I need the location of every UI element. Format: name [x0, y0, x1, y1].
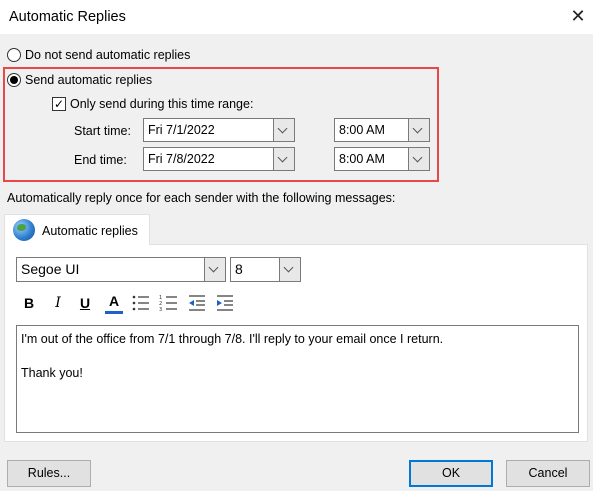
bullets-icon[interactable] [131, 293, 151, 313]
start-time-label: Start time: [74, 124, 131, 138]
start-date-field[interactable]: Fri 7/1/2022 [143, 118, 274, 142]
increase-indent-icon[interactable] [215, 293, 235, 313]
font-size-value: 8 [235, 261, 243, 277]
send-replies-label[interactable]: Send automatic replies [25, 73, 152, 87]
ok-button[interactable]: OK [409, 460, 493, 487]
numbering-icon[interactable]: 123 [159, 293, 179, 313]
bold-button[interactable]: B [20, 293, 38, 313]
end-date-field[interactable]: Fri 7/8/2022 [143, 147, 274, 171]
messages-label: Automatically reply once for each sender… [7, 191, 396, 205]
close-icon[interactable]: ✕ [568, 6, 588, 26]
chevron-down-icon [273, 118, 295, 142]
cancel-button[interactable]: Cancel [506, 460, 590, 487]
do-not-send-label[interactable]: Do not send automatic replies [25, 48, 190, 62]
start-date-dropdown[interactable] [273, 118, 295, 142]
window-title: Automatic Replies [9, 9, 126, 25]
time-range-checkbox[interactable]: ✓ [52, 97, 66, 111]
font-color-bar [105, 311, 123, 314]
font-color-button[interactable]: A [105, 291, 123, 311]
end-time-label: End time: [74, 153, 127, 167]
font-size-select[interactable]: 8 [230, 257, 280, 282]
tab-label[interactable]: Automatic replies [42, 224, 138, 238]
chevron-down-icon [408, 118, 430, 142]
start-time-dropdown[interactable] [408, 118, 430, 142]
message-line-1: I'm out of the office from 7/1 through 7… [21, 332, 444, 346]
end-date-value: Fri 7/8/2022 [148, 152, 215, 166]
underline-button[interactable]: U [76, 293, 94, 313]
font-size-dropdown[interactable] [279, 257, 301, 282]
end-time-field[interactable]: 8:00 AM [334, 147, 409, 171]
chevron-down-icon [273, 147, 295, 171]
font-family-select[interactable]: Segoe UI [16, 257, 206, 282]
italic-button[interactable]: I [49, 293, 67, 313]
message-line-2: Thank you! [21, 366, 83, 380]
chevron-down-icon [279, 257, 301, 282]
time-range-label[interactable]: Only send during this time range: [70, 97, 253, 111]
start-time-field[interactable]: 8:00 AM [334, 118, 409, 142]
rules-button[interactable]: Rules... [7, 460, 91, 487]
globe-icon [13, 219, 35, 241]
send-replies-radio[interactable] [7, 73, 21, 87]
decrease-indent-icon[interactable] [187, 293, 207, 313]
font-color-letter: A [108, 293, 120, 309]
do-not-send-radio[interactable] [7, 48, 21, 62]
end-date-dropdown[interactable] [273, 147, 295, 171]
font-family-value: Segoe UI [21, 261, 80, 277]
chevron-down-icon [204, 257, 226, 282]
end-time-value: 8:00 AM [339, 152, 385, 166]
start-time-value: 8:00 AM [339, 123, 385, 137]
end-time-dropdown[interactable] [408, 147, 430, 171]
chevron-down-icon [408, 147, 430, 171]
start-date-value: Fri 7/1/2022 [148, 123, 215, 137]
message-editor[interactable]: I'm out of the office from 7/1 through 7… [16, 325, 579, 433]
svg-text:3: 3 [159, 307, 162, 313]
font-family-dropdown[interactable] [204, 257, 226, 282]
